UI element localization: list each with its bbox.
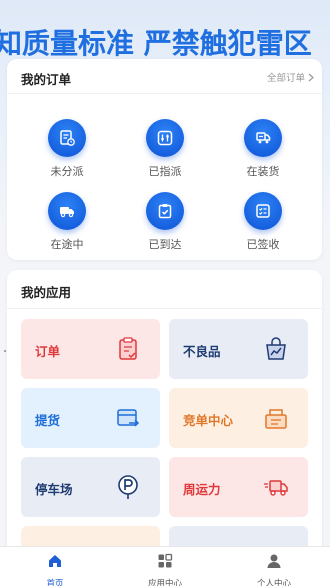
tab-label: 应用中心: [147, 579, 182, 586]
edge-marker: [4, 350, 6, 352]
app-tile-weekly-capacity[interactable]: 周运力: [169, 457, 308, 517]
tile-label: 竞单中心: [183, 413, 234, 428]
app-tile-pickup[interactable]: 提货: [21, 388, 160, 448]
tile-label: 不良品: [183, 344, 221, 359]
delivery-truck-icon: [48, 192, 86, 230]
apps-divider: [7, 308, 322, 309]
document-clock-icon: [48, 119, 86, 157]
clipboard-check-icon: [146, 192, 184, 230]
status-label: 已指派: [148, 165, 182, 178]
home-icon: [49, 555, 61, 567]
tab-label: 个人中心: [256, 579, 291, 586]
card-arrow-icon: [117, 409, 140, 427]
parking-icon: [118, 475, 138, 499]
status-label: 在途中: [50, 238, 84, 251]
fast-truck-icon: [264, 480, 288, 496]
app-tile-defects[interactable]: 不良品: [169, 319, 308, 379]
orders-divider: [7, 93, 322, 94]
orders-title: 我的订单: [21, 72, 72, 87]
status-label: 在装货: [246, 165, 280, 178]
apps-title: 我的应用: [21, 285, 72, 300]
clipboard-icon: [119, 337, 137, 360]
banner-slogan: 知质量标准 严禁触犯雷区: [0, 27, 312, 60]
tab-personal-center[interactable]: 个人中心: [234, 553, 314, 586]
status-label: 已签收: [246, 238, 280, 251]
my-apps-card: 我的应用 订单 不良品 提货 竞单中心 停车场 周运力: [7, 270, 322, 560]
tab-app-center[interactable]: 应用中心: [125, 553, 205, 586]
status-signed[interactable]: 已签收: [223, 192, 303, 252]
tile-label: 周运力: [183, 482, 221, 497]
status-in-transit[interactable]: 在途中: [27, 192, 107, 252]
status-assigned[interactable]: 已指派: [125, 119, 205, 179]
app-tile-parking[interactable]: 停车场: [21, 457, 160, 517]
app-tile-bidding-center[interactable]: 竞单中心: [169, 388, 308, 448]
signed-list-icon: [244, 192, 282, 230]
tile-label: 停车场: [35, 482, 73, 497]
all-orders-link[interactable]: 全部订单: [267, 70, 314, 84]
apps-grid-icon: [158, 553, 173, 568]
status-unassigned[interactable]: 未分派: [27, 119, 107, 179]
all-orders-label: 全部订单: [266, 73, 305, 84]
status-arrived[interactable]: 已到达: [125, 192, 205, 252]
person-icon: [267, 554, 281, 568]
app-tile-orders[interactable]: 订单: [21, 319, 160, 379]
chevron-right-icon: [308, 73, 314, 81]
tab-home[interactable]: 首页: [15, 553, 95, 586]
tab-label: 首页: [46, 579, 64, 586]
sliders-icon: [146, 119, 184, 157]
status-label: 未分派: [50, 165, 84, 178]
auction-box-icon: [265, 409, 287, 429]
status-label: 已到达: [148, 238, 182, 251]
box-truck-icon: [244, 119, 282, 157]
status-loading[interactable]: 在装货: [223, 119, 303, 179]
bottom-tab-bar: 首页 应用中心 个人中心: [0, 546, 330, 586]
chart-bag-icon: [266, 337, 286, 360]
my-orders-card: 我的订单 全部订单 未分派 已指派 在装货 在途中 已到达 已签收: [7, 59, 322, 260]
tile-label: 订单: [35, 344, 61, 359]
tile-label: 提货: [35, 413, 61, 428]
